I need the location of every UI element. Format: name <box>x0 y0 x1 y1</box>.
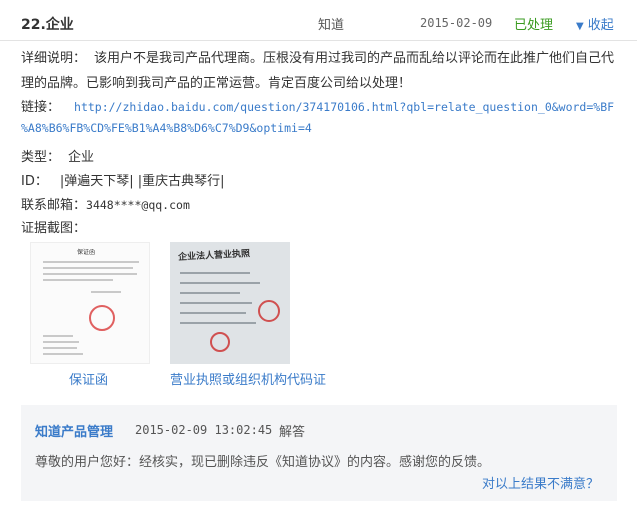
complaint-number: 22.企业 <box>21 17 74 33</box>
link-row: 链接： http://zhidao.baidu.com/question/3741… <box>21 96 614 115</box>
doc-text-line <box>180 272 250 274</box>
complaint-category: 知道 <box>318 18 345 33</box>
question-link-line2[interactable]: %A8%B6%FB%CD%FE%B1%A4%B8%D6%C7%D9&optimi… <box>21 121 312 135</box>
email-label: 联系邮箱： <box>21 198 87 213</box>
doc-text-line <box>180 322 256 324</box>
id-value: |弹遍天下琴| |重庆古典琴行| <box>59 174 225 189</box>
link-row-cont: %A8%B6%FB%CD%FE%B1%A4%B8%D6%C7%D9&optimi… <box>21 121 312 136</box>
evidence-thumbnail-guarantee[interactable]: 保证函 <box>30 242 150 364</box>
reply-panel: 知道产品管理 2015-02-09 13:02:45 解答 尊敬的用户您好：经核… <box>21 405 617 501</box>
doc-text-line <box>180 282 260 284</box>
link-label: 链接： <box>21 100 61 115</box>
doc-text-line <box>43 347 77 349</box>
guarantee-doc-title: 保证函 <box>77 249 96 256</box>
red-seal-icon <box>210 332 230 352</box>
id-label: ID： <box>21 174 48 189</box>
doc-text-line <box>43 335 73 337</box>
complaint-date: 2015-02-09 <box>420 16 493 30</box>
evidence-caption-license[interactable]: 营业执照或组织机构代码证 <box>170 369 326 388</box>
doc-text-line <box>43 273 137 275</box>
doc-text-line <box>180 302 252 304</box>
evidence-row: 证据截图： <box>21 217 86 236</box>
status-badge: 已处理 <box>514 18 554 33</box>
type-label: 类型： <box>21 150 61 165</box>
doc-text-line <box>43 353 83 355</box>
collapse-label: 收起 <box>587 18 614 33</box>
id-row: ID： |弹遍天下琴| |重庆古典琴行| <box>21 170 225 189</box>
triangle-down-icon: ▼ <box>576 21 584 32</box>
doc-text-line <box>180 312 246 314</box>
email-row: 联系邮箱：3448****@qq.com <box>21 194 190 213</box>
question-link-line1[interactable]: http://zhidao.baidu.com/question/3741701… <box>74 100 614 114</box>
evidence-label: 证据截图： <box>21 221 87 236</box>
evidence-thumbnail-license[interactable]: 企业法人营业执照 <box>170 242 290 364</box>
email-value: 3448****@qq.com <box>86 198 190 212</box>
license-doc-title: 企业法人营业执照 <box>177 249 251 263</box>
reply-time: 2015-02-09 13:02:45 <box>135 423 273 437</box>
reply-author[interactable]: 知道产品管理 <box>35 421 113 440</box>
reply-action: 解答 <box>279 425 306 440</box>
doc-text-line <box>43 261 139 263</box>
evidence-caption-guarantee[interactable]: 保证函 <box>69 369 108 388</box>
type-value: 企业 <box>68 150 95 165</box>
unsatisfied-link[interactable]: 对以上结果不满意？ <box>482 473 599 492</box>
complaint-header: 22.企业 知道 2015-02-09 已处理 ▼ 收起 <box>0 0 637 41</box>
description-text: 该用户不是我司产品代理商。压根没有用过我司的产品而乱给以评论而在此推广他们自己代… <box>21 51 615 91</box>
collapse-button[interactable]: ▼ 收起 <box>576 14 614 33</box>
doc-text-line <box>91 291 121 293</box>
description-label: 详细说明： <box>21 51 87 66</box>
red-seal-icon <box>258 300 280 322</box>
red-seal-icon <box>89 305 115 331</box>
doc-text-line <box>43 279 113 281</box>
description-block: 详细说明： 该用户不是我司产品代理商。压根没有用过我司的产品而乱给以评论而在此推广… <box>21 46 621 96</box>
doc-text-line <box>43 267 133 269</box>
type-row: 类型： 企业 <box>21 146 94 165</box>
reply-text: 尊敬的用户您好：经核实，现已删除违反《知道协议》的内容。感谢您的反馈。 <box>35 455 491 470</box>
doc-text-line <box>43 341 79 343</box>
doc-text-line <box>180 292 240 294</box>
